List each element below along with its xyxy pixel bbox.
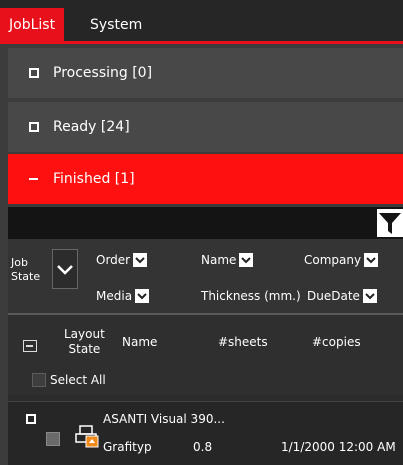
section-finished[interactable]: Finished [1] [8,154,403,204]
expand-icon [29,68,39,78]
job-media: Grafityp [103,440,152,454]
top-menu-bar: JobList System [0,0,403,44]
header-sheets[interactable]: #sheets [218,335,268,349]
job-state-checkbox[interactable] [52,249,78,289]
table-header: Layout State Name #sheets #copies [8,315,403,365]
tab-system[interactable]: System [81,8,151,42]
header-layout-state[interactable]: Layout State [64,327,105,357]
checkmark-icon [133,253,148,267]
collapse-icon [29,178,38,180]
select-all-checkbox[interactable] [32,373,46,387]
filter-bar [8,207,403,239]
checkmark-icon [135,289,150,303]
column-duedate-toggle[interactable]: DueDate [307,289,377,303]
select-all-label: Select All [50,373,106,387]
header-copies[interactable]: #copies [312,335,361,349]
row-checkbox[interactable] [46,432,60,446]
section-ready-label: Ready [24] [53,119,130,135]
header-name[interactable]: Name [122,335,157,349]
job-thickness: 0.8 [193,440,213,454]
section-processing[interactable]: Processing [0] [8,48,403,98]
checkmark-icon [364,253,379,267]
table-row[interactable]: ASANTI Visual 390... Grafityp 0.8 1/1/20… [8,401,403,465]
menu-accent-line [0,41,403,44]
column-order-toggle[interactable]: Order [96,253,148,267]
collapse-all-icon[interactable] [23,340,37,352]
finished-panel: Job State Order Name Company Media Thick… [8,207,403,465]
tab-joblist[interactable]: JobList [0,8,65,42]
job-name: ASANTI Visual 390... [103,412,225,426]
column-company-toggle[interactable]: Company [304,253,379,267]
job-state-label: Job State [11,256,41,283]
column-media-toggle[interactable]: Media [96,289,150,303]
column-chooser: Job State Order Name Company Media Thick… [8,239,403,313]
checkmark-icon [239,253,254,267]
row-expand-icon[interactable] [26,414,36,424]
checkmark-icon [362,289,377,303]
section-ready[interactable]: Ready [24] [8,102,403,152]
column-thickness-toggle[interactable]: Thickness (mm.) [201,289,301,303]
section-processing-label: Processing [0] [53,65,153,81]
expand-icon [29,122,39,132]
funnel-icon[interactable] [377,209,403,237]
column-name-toggle[interactable]: Name [201,253,254,267]
select-all-row: Select All [8,365,403,395]
printer-layout-icon [74,424,100,451]
job-due-date: 1/1/2000 12:00 AM [281,440,396,454]
section-finished-label: Finished [1] [53,171,135,187]
